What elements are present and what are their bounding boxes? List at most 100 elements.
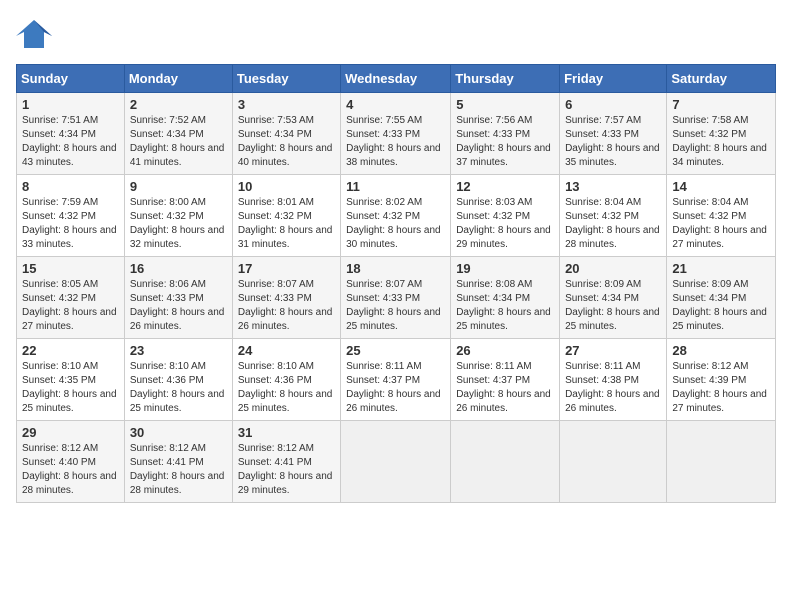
day-number: 30 — [130, 425, 227, 440]
calendar-cell: 26 Sunrise: 8:11 AMSunset: 4:37 PMDaylig… — [451, 339, 560, 421]
day-number: 21 — [672, 261, 770, 276]
day-number: 10 — [238, 179, 335, 194]
calendar-cell: 6 Sunrise: 7:57 AMSunset: 4:33 PMDayligh… — [560, 93, 667, 175]
calendar-cell: 24 Sunrise: 8:10 AMSunset: 4:36 PMDaylig… — [232, 339, 340, 421]
day-number: 9 — [130, 179, 227, 194]
calendar-cell: 5 Sunrise: 7:56 AMSunset: 4:33 PMDayligh… — [451, 93, 560, 175]
calendar-cell: 23 Sunrise: 8:10 AMSunset: 4:36 PMDaylig… — [124, 339, 232, 421]
calendar-header-sunday: Sunday — [17, 65, 125, 93]
calendar-table: SundayMondayTuesdayWednesdayThursdayFrid… — [16, 64, 776, 503]
day-number: 26 — [456, 343, 554, 358]
page-header — [16, 16, 776, 52]
day-number: 31 — [238, 425, 335, 440]
day-info: Sunrise: 8:10 AMSunset: 4:35 PMDaylight:… — [22, 360, 119, 416]
calendar-cell: 20 Sunrise: 8:09 AMSunset: 4:34 PMDaylig… — [560, 257, 667, 339]
day-number: 4 — [346, 97, 445, 112]
calendar-cell: 27 Sunrise: 8:11 AMSunset: 4:38 PMDaylig… — [560, 339, 667, 421]
calendar-cell: 31 Sunrise: 8:12 AMSunset: 4:41 PMDaylig… — [232, 421, 340, 503]
calendar-cell: 2 Sunrise: 7:52 AMSunset: 4:34 PMDayligh… — [124, 93, 232, 175]
day-info: Sunrise: 8:01 AMSunset: 4:32 PMDaylight:… — [238, 196, 335, 252]
calendar-cell — [341, 421, 451, 503]
calendar-cell: 16 Sunrise: 8:06 AMSunset: 4:33 PMDaylig… — [124, 257, 232, 339]
day-number: 23 — [130, 343, 227, 358]
day-number: 8 — [22, 179, 119, 194]
day-number: 6 — [565, 97, 661, 112]
day-number: 5 — [456, 97, 554, 112]
day-info: Sunrise: 8:12 AMSunset: 4:41 PMDaylight:… — [130, 442, 227, 498]
calendar-cell: 7 Sunrise: 7:58 AMSunset: 4:32 PMDayligh… — [667, 93, 776, 175]
day-info: Sunrise: 8:11 AMSunset: 4:37 PMDaylight:… — [456, 360, 554, 416]
calendar-week-row: 29 Sunrise: 8:12 AMSunset: 4:40 PMDaylig… — [17, 421, 776, 503]
logo-icon — [16, 16, 52, 52]
day-info: Sunrise: 8:06 AMSunset: 4:33 PMDaylight:… — [130, 278, 227, 334]
day-info: Sunrise: 8:07 AMSunset: 4:33 PMDaylight:… — [346, 278, 445, 334]
day-info: Sunrise: 7:53 AMSunset: 4:34 PMDaylight:… — [238, 114, 335, 170]
calendar-cell: 1 Sunrise: 7:51 AMSunset: 4:34 PMDayligh… — [17, 93, 125, 175]
calendar-week-row: 15 Sunrise: 8:05 AMSunset: 4:32 PMDaylig… — [17, 257, 776, 339]
calendar-cell: 22 Sunrise: 8:10 AMSunset: 4:35 PMDaylig… — [17, 339, 125, 421]
day-info: Sunrise: 8:10 AMSunset: 4:36 PMDaylight:… — [238, 360, 335, 416]
day-info: Sunrise: 8:11 AMSunset: 4:38 PMDaylight:… — [565, 360, 661, 416]
calendar-cell: 29 Sunrise: 8:12 AMSunset: 4:40 PMDaylig… — [17, 421, 125, 503]
calendar-cell: 18 Sunrise: 8:07 AMSunset: 4:33 PMDaylig… — [341, 257, 451, 339]
calendar-cell — [451, 421, 560, 503]
calendar-header-wednesday: Wednesday — [341, 65, 451, 93]
day-info: Sunrise: 8:05 AMSunset: 4:32 PMDaylight:… — [22, 278, 119, 334]
day-number: 7 — [672, 97, 770, 112]
calendar-header-monday: Monday — [124, 65, 232, 93]
day-number: 22 — [22, 343, 119, 358]
day-info: Sunrise: 7:56 AMSunset: 4:33 PMDaylight:… — [456, 114, 554, 170]
calendar-cell: 25 Sunrise: 8:11 AMSunset: 4:37 PMDaylig… — [341, 339, 451, 421]
day-number: 17 — [238, 261, 335, 276]
day-info: Sunrise: 8:00 AMSunset: 4:32 PMDaylight:… — [130, 196, 227, 252]
calendar-cell: 28 Sunrise: 8:12 AMSunset: 4:39 PMDaylig… — [667, 339, 776, 421]
calendar-cell: 10 Sunrise: 8:01 AMSunset: 4:32 PMDaylig… — [232, 175, 340, 257]
day-number: 19 — [456, 261, 554, 276]
day-number: 15 — [22, 261, 119, 276]
day-info: Sunrise: 8:09 AMSunset: 4:34 PMDaylight:… — [565, 278, 661, 334]
calendar-week-row: 22 Sunrise: 8:10 AMSunset: 4:35 PMDaylig… — [17, 339, 776, 421]
calendar-header-row: SundayMondayTuesdayWednesdayThursdayFrid… — [17, 65, 776, 93]
day-number: 12 — [456, 179, 554, 194]
day-number: 27 — [565, 343, 661, 358]
calendar-week-row: 8 Sunrise: 7:59 AMSunset: 4:32 PMDayligh… — [17, 175, 776, 257]
calendar-header-friday: Friday — [560, 65, 667, 93]
calendar-cell: 14 Sunrise: 8:04 AMSunset: 4:32 PMDaylig… — [667, 175, 776, 257]
calendar-header-tuesday: Tuesday — [232, 65, 340, 93]
day-number: 11 — [346, 179, 445, 194]
logo — [16, 16, 56, 52]
calendar-cell: 13 Sunrise: 8:04 AMSunset: 4:32 PMDaylig… — [560, 175, 667, 257]
day-number: 28 — [672, 343, 770, 358]
day-info: Sunrise: 7:58 AMSunset: 4:32 PMDaylight:… — [672, 114, 770, 170]
calendar-cell: 3 Sunrise: 7:53 AMSunset: 4:34 PMDayligh… — [232, 93, 340, 175]
day-info: Sunrise: 7:57 AMSunset: 4:33 PMDaylight:… — [565, 114, 661, 170]
day-info: Sunrise: 7:59 AMSunset: 4:32 PMDaylight:… — [22, 196, 119, 252]
calendar-cell: 8 Sunrise: 7:59 AMSunset: 4:32 PMDayligh… — [17, 175, 125, 257]
calendar-week-row: 1 Sunrise: 7:51 AMSunset: 4:34 PMDayligh… — [17, 93, 776, 175]
calendar-cell — [667, 421, 776, 503]
calendar-cell: 19 Sunrise: 8:08 AMSunset: 4:34 PMDaylig… — [451, 257, 560, 339]
calendar-cell — [560, 421, 667, 503]
day-info: Sunrise: 8:03 AMSunset: 4:32 PMDaylight:… — [456, 196, 554, 252]
day-info: Sunrise: 8:02 AMSunset: 4:32 PMDaylight:… — [346, 196, 445, 252]
calendar-cell: 9 Sunrise: 8:00 AMSunset: 4:32 PMDayligh… — [124, 175, 232, 257]
day-number: 13 — [565, 179, 661, 194]
day-info: Sunrise: 8:04 AMSunset: 4:32 PMDaylight:… — [672, 196, 770, 252]
calendar-cell: 21 Sunrise: 8:09 AMSunset: 4:34 PMDaylig… — [667, 257, 776, 339]
calendar-cell: 11 Sunrise: 8:02 AMSunset: 4:32 PMDaylig… — [341, 175, 451, 257]
day-info: Sunrise: 8:10 AMSunset: 4:36 PMDaylight:… — [130, 360, 227, 416]
calendar-cell: 30 Sunrise: 8:12 AMSunset: 4:41 PMDaylig… — [124, 421, 232, 503]
calendar-cell: 4 Sunrise: 7:55 AMSunset: 4:33 PMDayligh… — [341, 93, 451, 175]
day-info: Sunrise: 8:09 AMSunset: 4:34 PMDaylight:… — [672, 278, 770, 334]
day-number: 2 — [130, 97, 227, 112]
day-info: Sunrise: 7:51 AMSunset: 4:34 PMDaylight:… — [22, 114, 119, 170]
calendar-cell: 17 Sunrise: 8:07 AMSunset: 4:33 PMDaylig… — [232, 257, 340, 339]
day-info: Sunrise: 8:04 AMSunset: 4:32 PMDaylight:… — [565, 196, 661, 252]
calendar-header-saturday: Saturday — [667, 65, 776, 93]
day-number: 1 — [22, 97, 119, 112]
day-info: Sunrise: 7:52 AMSunset: 4:34 PMDaylight:… — [130, 114, 227, 170]
day-info: Sunrise: 7:55 AMSunset: 4:33 PMDaylight:… — [346, 114, 445, 170]
calendar-cell: 12 Sunrise: 8:03 AMSunset: 4:32 PMDaylig… — [451, 175, 560, 257]
day-number: 18 — [346, 261, 445, 276]
day-number: 29 — [22, 425, 119, 440]
